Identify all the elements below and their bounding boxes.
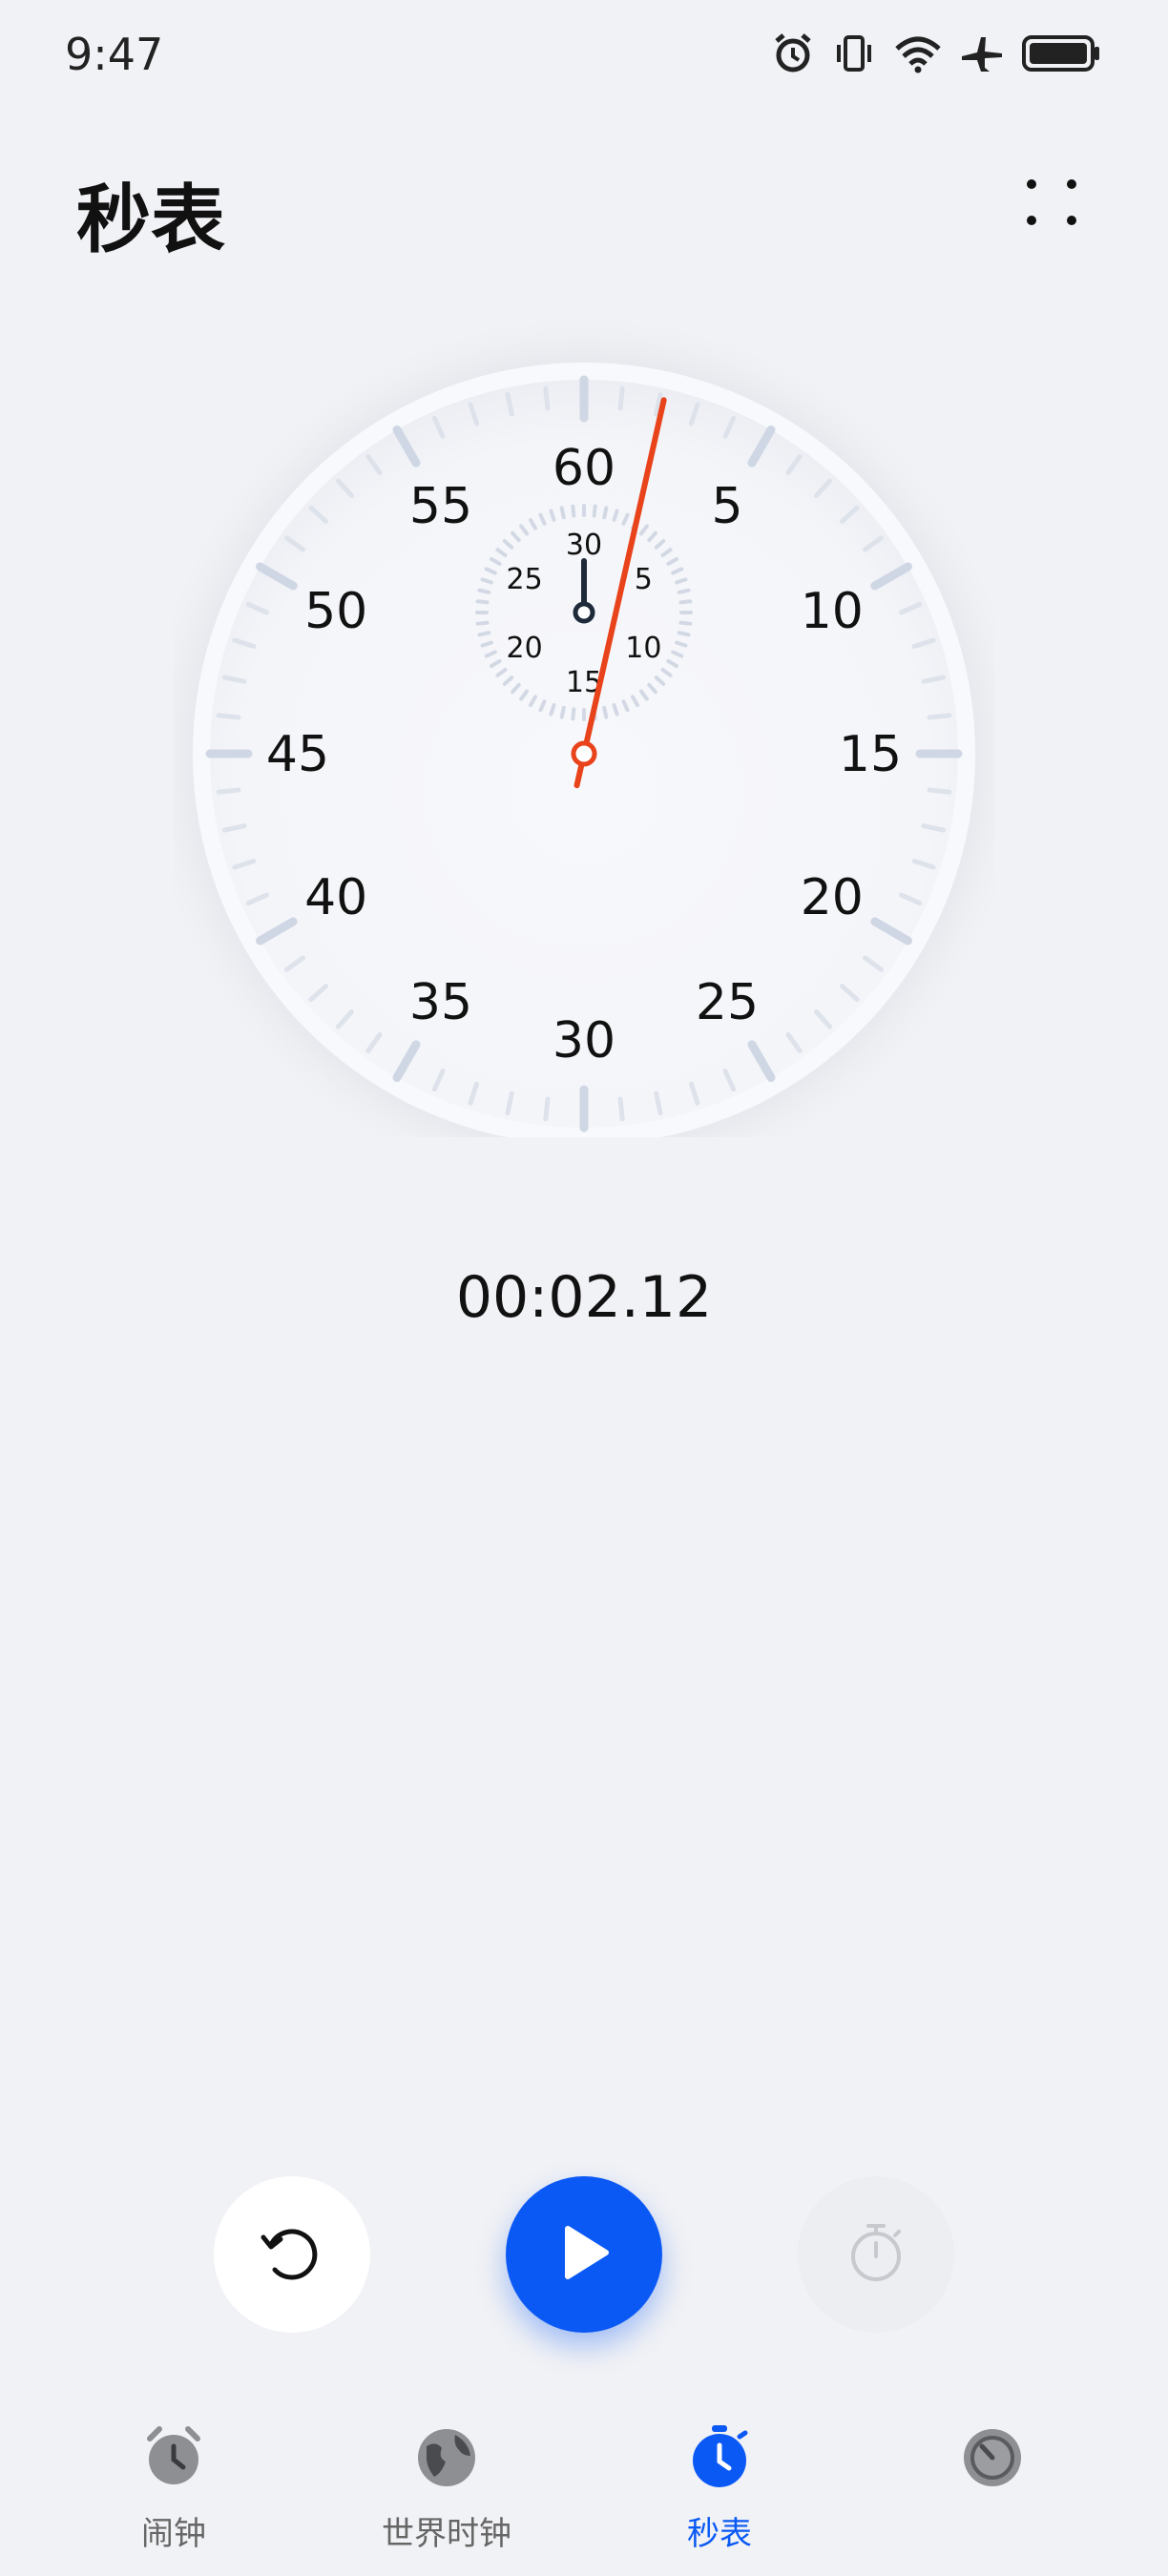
battery-icon [1021,31,1101,79]
dial-label: 10 [801,583,864,640]
lap-timer-icon [842,2218,910,2291]
subdial-label: 25 [507,563,543,596]
subdial-label: 5 [635,563,653,596]
tab-world-clock-label: 世界时钟 [382,2515,511,2553]
subdial-tick [475,620,490,626]
dial-label: 55 [409,478,472,535]
dial-tick [216,787,241,795]
subdial-tick [559,506,566,520]
timer-icon [959,2423,1026,2490]
elapsed-time: 00:02.12 [455,1264,713,1331]
tab-alarm[interactable]: 闹钟 [59,2404,288,2566]
dial-label: 5 [711,478,742,535]
minute-hand-hub [573,601,595,624]
subdial-tick [571,707,576,721]
lap-button[interactable] [798,2176,954,2333]
tab-alarm-label: 闹钟 [141,2515,206,2553]
second-hand-hub [571,740,597,767]
dial-tick [216,713,241,720]
play-icon [551,2219,617,2290]
tab-stopwatch-label: 秒表 [687,2515,752,2553]
tab-stopwatch[interactable]: 秒表 [605,2404,834,2566]
status-icons [771,31,1101,80]
dial-label: 20 [801,869,864,926]
dial-label: 40 [304,869,367,926]
status-bar: 9:47 [0,0,1168,114]
subdial-label: 20 [507,632,543,665]
subdial-tick [477,631,491,637]
dial-tick [927,787,952,795]
subdial-label: 30 [566,529,602,562]
more-icon[interactable] [1012,172,1090,239]
dial-label: 50 [304,583,367,640]
status-time: 9:47 [65,29,164,80]
subdial-tick [677,631,691,637]
dial-label: 25 [696,974,759,1031]
subdial-tick [475,599,490,605]
subdial-tick [678,599,693,605]
subdial-tick [477,588,491,594]
tab-world-clock[interactable]: 世界时钟 [332,2404,561,2566]
dial-tick [543,1096,551,1122]
subdial-tick [602,506,609,520]
dial-tick [617,1096,625,1122]
subdial-tick [602,705,609,719]
subdial-tick [592,504,597,518]
play-button[interactable] [506,2176,662,2333]
globe-icon [413,2423,480,2490]
subdial-tick [559,705,566,719]
wifi-icon [893,31,943,79]
subdial-tick [571,504,576,518]
subdial-label: 10 [625,632,661,665]
dial-label: 15 [839,726,902,783]
stopwatch-icon [686,2423,753,2490]
dial-label: 30 [553,1012,615,1070]
reset-button[interactable] [214,2176,370,2333]
reset-icon [254,2214,330,2295]
dial-tick [927,713,952,720]
subdial-tick [678,620,693,626]
alarm-clock-icon [140,2423,207,2490]
page-title: 秒表 [76,177,226,263]
dial-label: 60 [553,440,615,497]
bottom-tab-bar: 闹钟 世界时钟 秒表 [0,2404,1168,2576]
subdial-tick [677,588,691,594]
alarm-icon [771,31,815,79]
vibrate-icon [832,31,876,79]
airplane-icon [960,31,1004,79]
dial-label: 45 [266,726,329,783]
dial-tick [617,385,625,411]
dial-label: 35 [409,974,472,1031]
dial-tick [543,385,551,411]
stopwatch-dial: 60 5 10 15 20 25 30 35 40 45 50 55 30 5 10 15 20 25 [174,317,994,1137]
dial-svg: 60510152025303540455055 30510152025 [183,353,985,1137]
tab-timer[interactable] [878,2404,1107,2566]
